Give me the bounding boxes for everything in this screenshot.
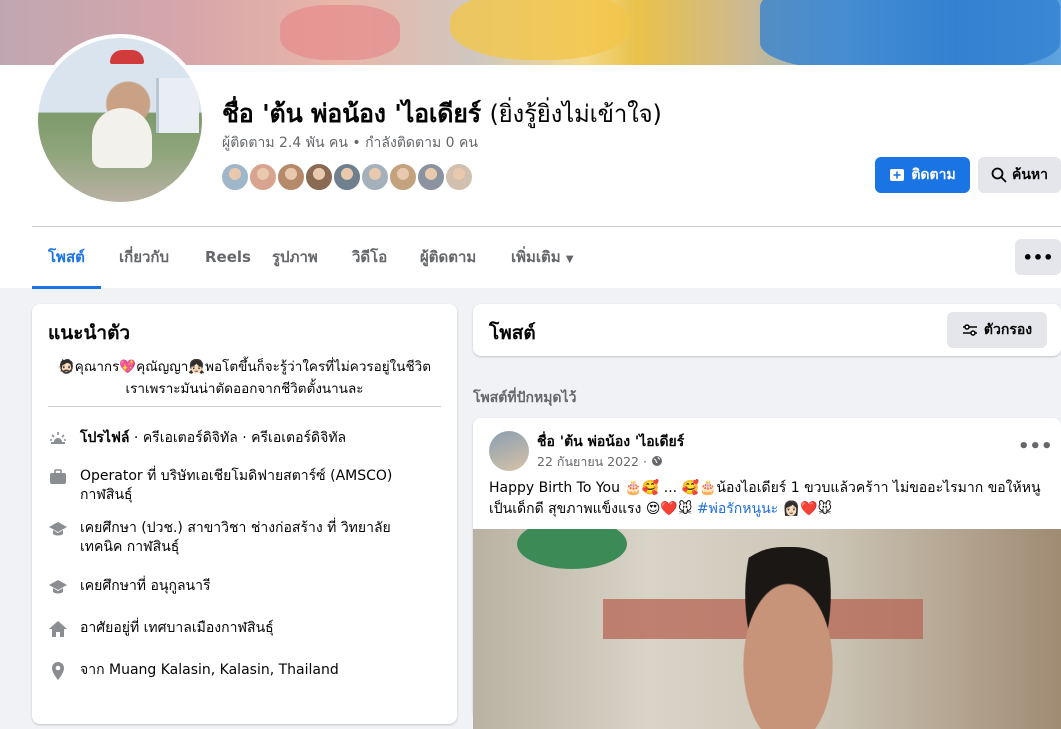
follower-avatar[interactable]: [304, 162, 334, 192]
follower-avatar[interactable]: [444, 162, 474, 192]
home-icon: [48, 619, 68, 639]
tab-videos[interactable]: วิดีโอ: [352, 238, 387, 286]
post-photo[interactable]: [473, 529, 1061, 729]
profile-name-alt: (ยิ่งรู้ยิ่งไม่เข้าใจ): [489, 100, 662, 128]
tab-photos[interactable]: รูปภาพ: [272, 238, 318, 286]
more-options-button[interactable]: •••: [1015, 239, 1061, 275]
intro-bio: 🧔🏻คุณากร💖คุณัญญา👧🏻พอโตขึ้นก็จะรู้ว่าใครท…: [57, 359, 432, 397]
pinned-post: ชื่อ 'ต้น พ่อน้อง 'ไอเดียร์ 22 กันยายน 2…: [473, 418, 1061, 729]
tab-about[interactable]: เกี่ยวกับ: [119, 238, 169, 286]
intro-card: แนะนำตัว 🧔🏻คุณากร💖คุณัญญา👧🏻พอโตขึ้นก็จะร…: [32, 304, 457, 724]
tab-reels[interactable]: Reels: [205, 238, 251, 286]
tab-more[interactable]: เพิ่มเติม ▼: [511, 238, 574, 286]
ellipsis-icon: •••: [1022, 247, 1054, 267]
globe-icon: [651, 454, 663, 469]
location-pin-icon: [48, 661, 68, 681]
tab-followers[interactable]: ผู้ติดตาม: [420, 238, 476, 286]
profile-name: ชื่อ 'ต้น พ่อน้อง 'ไอเดียร์ (ยิ่งรู้ยิ่ง…: [222, 94, 662, 134]
header-divider: [32, 226, 1061, 227]
tab-posts[interactable]: โพสต์: [32, 238, 101, 289]
graduation-cap-icon: [48, 577, 68, 597]
posts-title: โพสต์: [489, 322, 536, 344]
post-hashtag[interactable]: #พ่อรักหนูนะ: [697, 501, 778, 517]
follower-avatar[interactable]: [332, 162, 362, 192]
follow-icon: [890, 169, 905, 181]
follower-avatar[interactable]: [276, 162, 306, 192]
post-author-avatar[interactable]: [489, 431, 529, 471]
chevron-down-icon: ▼: [565, 254, 574, 265]
graduation-cap-icon: [48, 519, 68, 539]
follow-button-label: ติดตาม: [911, 167, 956, 183]
briefcase-icon: [48, 467, 68, 487]
posts-header-card: โพสต์ ตัวกรอง: [473, 304, 1061, 356]
follow-button[interactable]: ติดตาม: [875, 157, 970, 193]
ellipsis-icon: •••: [1018, 436, 1053, 457]
pinned-posts-label: โพสต์ที่ปักหมุดไว้: [473, 390, 577, 406]
follower-avatar[interactable]: [388, 162, 418, 192]
intro-title: แนะนำตัว: [48, 322, 131, 344]
post-options-button[interactable]: •••: [1018, 436, 1053, 457]
follower-avatar[interactable]: [360, 162, 390, 192]
post-author-name[interactable]: ชื่อ 'ต้น พ่อน้อง 'ไอเดียร์: [537, 431, 684, 453]
post-date[interactable]: 22 กันยายน 2022 ·: [537, 452, 663, 472]
filter-button[interactable]: ตัวกรอง: [947, 312, 1047, 348]
filter-icon: [962, 324, 977, 336]
search-button[interactable]: ค้นหา: [978, 157, 1061, 193]
category-icon: [48, 429, 68, 449]
filter-button-label: ตัวกรอง: [983, 322, 1033, 338]
follower-avatar[interactable]: [220, 162, 250, 192]
search-button-label: ค้นหา: [1011, 167, 1049, 183]
follower-avatar[interactable]: [416, 162, 446, 192]
profile-avatar[interactable]: [34, 34, 206, 206]
follower-avatar[interactable]: [248, 162, 278, 192]
profile-name-main: ชื่อ 'ต้น พ่อน้อง 'ไอเดียร์: [222, 99, 481, 128]
intro-divider: [48, 406, 441, 407]
post-text: Happy Birth To You 🎂🥰 ... 🥰🎂น้องไอเดียร์…: [489, 480, 1041, 517]
search-icon: [991, 167, 1007, 183]
follower-stats[interactable]: ผู้ติดตาม 2.4 พัน คน • กำลังติดตาม 0 คน: [222, 132, 478, 154]
